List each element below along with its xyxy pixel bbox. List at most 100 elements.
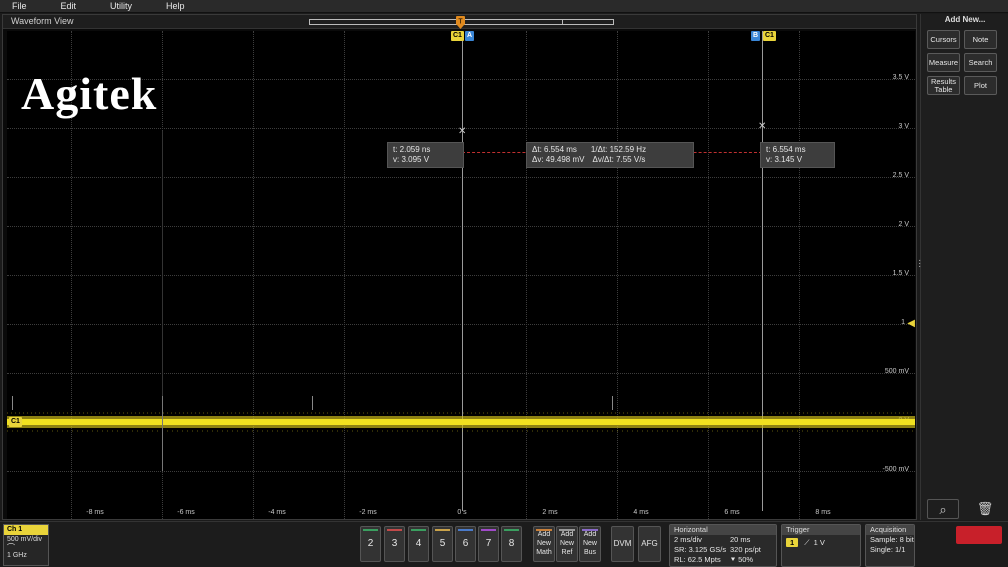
menu-file[interactable]: File [0, 1, 27, 11]
add-new-title: Add New... [944, 15, 986, 24]
add-math-line3: Math [536, 549, 552, 556]
cursor-a-readout: t: 2.059 ns v: 3.095 V [387, 142, 464, 168]
ch1-label: Ch 1 [4, 525, 48, 535]
x-tick: 4 ms [633, 509, 649, 516]
horizontal-position: ⯆ 50% [730, 555, 754, 564]
zoom-icon[interactable]: ⌕ [927, 499, 959, 519]
waveform-view-titlebar: Waveform View T [3, 15, 916, 29]
menu-edit[interactable]: Edit [49, 1, 77, 11]
afg-button[interactable]: AFG [638, 526, 661, 562]
ch1-trace-label[interactable]: C1 [9, 417, 22, 427]
menu-utility[interactable]: Utility [98, 1, 132, 11]
channel-8-button[interactable]: 8 [501, 526, 522, 562]
trigger-title: Trigger [782, 525, 860, 535]
trigger-position-icon[interactable]: T [455, 15, 467, 29]
record-length: RL: 62.5 Mpts [674, 555, 721, 564]
sample-rate: SR: 3.125 GS/s [674, 545, 727, 554]
horizontal-total: 20 ms [730, 535, 751, 544]
acquisition-panel[interactable]: Acquisition Sample: 8 bits Single: 1/1 [865, 524, 915, 567]
y-tick-2v: 2 V [898, 221, 909, 228]
measure-button[interactable]: Measure [927, 53, 960, 72]
channel-2-button[interactable]: 2 [360, 526, 381, 562]
x-tick: 0 s [457, 509, 467, 516]
acquisition-single: Single: 1/1 [870, 545, 906, 554]
x-tick: 8 ms [815, 509, 831, 516]
x-tick: 6 ms [724, 509, 740, 516]
x-tick: 2 ms [542, 509, 558, 516]
panel-resize-handle-icon[interactable]: · · · [918, 256, 921, 272]
ch1-bandwidth: 1 GHz [7, 552, 27, 559]
cursor-b-channel-tag[interactable]: C1 [763, 31, 776, 41]
waveform-plot[interactable]: Agitek ✕ ✕ C1 A B C1 t: 2.059 ns v: 3.09… [7, 31, 915, 519]
cursor-a-voltage: v: 3.095 V [393, 155, 430, 164]
y-tick-500mv: 500 mV [884, 368, 909, 375]
add-ref-line3: Ref [561, 549, 573, 556]
channel-6-button[interactable]: 6 [455, 526, 476, 562]
trigger-level-arrow-icon[interactable]: ◀ [907, 318, 915, 329]
add-bus-line3: Bus [583, 549, 597, 556]
delta-readout: Δt: 6.554 ms 1/Δt: 152.59 Hz Δv: 49.498 … [526, 142, 694, 168]
horizontal-panel[interactable]: Horizontal 2 ms/div 20 ms SR: 3.125 GS/s 3… [669, 524, 777, 567]
cursor-b-marker-icon: ✕ [758, 121, 767, 132]
channel-6-label: 6 [462, 538, 469, 549]
add-ref-line1: Add [560, 531, 574, 538]
channel-4-label: 4 [415, 538, 422, 549]
cursor-a-time: t: 2.059 ns [393, 145, 431, 154]
ch1-badge[interactable]: Ch 1 500 mV/div ⌒ 1 GHz [3, 524, 49, 566]
add-bus-line1: Add [583, 531, 597, 538]
cursor-b-readout: t: 6.554 ms v: 3.145 V [760, 142, 835, 168]
inverse-delta-time: 1/Δt: 152.59 Hz [590, 145, 647, 154]
plot-button[interactable]: Plot [964, 76, 997, 95]
run-stop-button[interactable] [956, 526, 1002, 544]
cursors-button[interactable]: Cursors [927, 30, 960, 49]
y-tick-3v: 3 V [898, 123, 909, 130]
channel-7-button[interactable]: 7 [478, 526, 499, 562]
trigger-level-marker[interactable]: 1 [901, 319, 905, 326]
trigger-level: 1 V [813, 538, 825, 547]
channel-4-button[interactable]: 4 [408, 526, 429, 562]
resolution: 320 ps/pt [730, 545, 761, 554]
trigger-slope-icon: ⟋ [804, 538, 810, 547]
add-ref-line2: New [559, 540, 574, 547]
menu-help[interactable]: Help [154, 1, 185, 11]
note-button[interactable]: Note [964, 30, 997, 49]
search-button[interactable]: Search [964, 53, 997, 72]
add-new-math-button[interactable]: Add New Math [533, 526, 555, 562]
y-tick-2-5v: 2.5 V [892, 172, 909, 179]
channel-5-button[interactable]: 5 [432, 526, 453, 562]
add-new-panel: Add New... Cursors Note Measure Search R… [918, 14, 1008, 520]
cursor-a-marker-icon: ✕ [458, 126, 467, 137]
results-table-button[interactable]: Results Table [927, 76, 960, 95]
channel-5-label: 5 [439, 538, 446, 549]
acquisition-mode: Sample: 8 bits [870, 535, 915, 544]
trigger-panel[interactable]: Trigger 1 ⟋ 1 V [781, 524, 861, 567]
cursor-a-line[interactable] [462, 31, 463, 511]
waveform-view: Waveform View T Agitek ✕ ✕ C1 A B C1 t: … [2, 14, 917, 520]
cursor-b-voltage: v: 3.145 V [766, 155, 803, 164]
x-tick: -2 ms [359, 509, 377, 516]
horizontal-scale: 2 ms/div [674, 535, 702, 544]
add-new-bus-button[interactable]: Add New Bus [579, 526, 601, 562]
acquisition-title: Acquisition [866, 525, 914, 535]
ch1-trace [7, 412, 915, 432]
channel-8-label: 8 [508, 538, 515, 549]
trash-icon[interactable]: 🗑 [969, 499, 1001, 519]
add-bus-line2: New [582, 540, 597, 547]
svg-text:T: T [458, 19, 463, 26]
channel-3-button[interactable]: 3 [384, 526, 405, 562]
cursor-b-tag[interactable]: B [751, 31, 761, 41]
delta-voltage: Δv: 49.498 mV [532, 155, 585, 164]
slope-readout: Δv/Δt: 7.55 V/s [592, 155, 646, 164]
cursor-a-channel-tag[interactable]: C1 [451, 31, 464, 41]
add-new-ref-button[interactable]: Add New Ref [556, 526, 578, 562]
y-tick-neg-500mv: -500 mV [882, 466, 909, 473]
settings-bar: Ch 1 500 mV/div ⌒ 1 GHz 2 3 4 5 6 7 8 Ad… [0, 521, 1008, 567]
trigger-source: 1 [786, 538, 799, 547]
watermark-logo: Agitek [21, 68, 158, 119]
channel-2-label: 2 [367, 538, 374, 549]
channel-3-label: 3 [391, 538, 398, 549]
cursor-a-tag[interactable]: A [465, 31, 475, 41]
y-tick-3-5v: 3.5 V [892, 74, 909, 81]
dvm-button[interactable]: DVM [611, 526, 634, 562]
cursor-b-line[interactable] [762, 31, 763, 511]
